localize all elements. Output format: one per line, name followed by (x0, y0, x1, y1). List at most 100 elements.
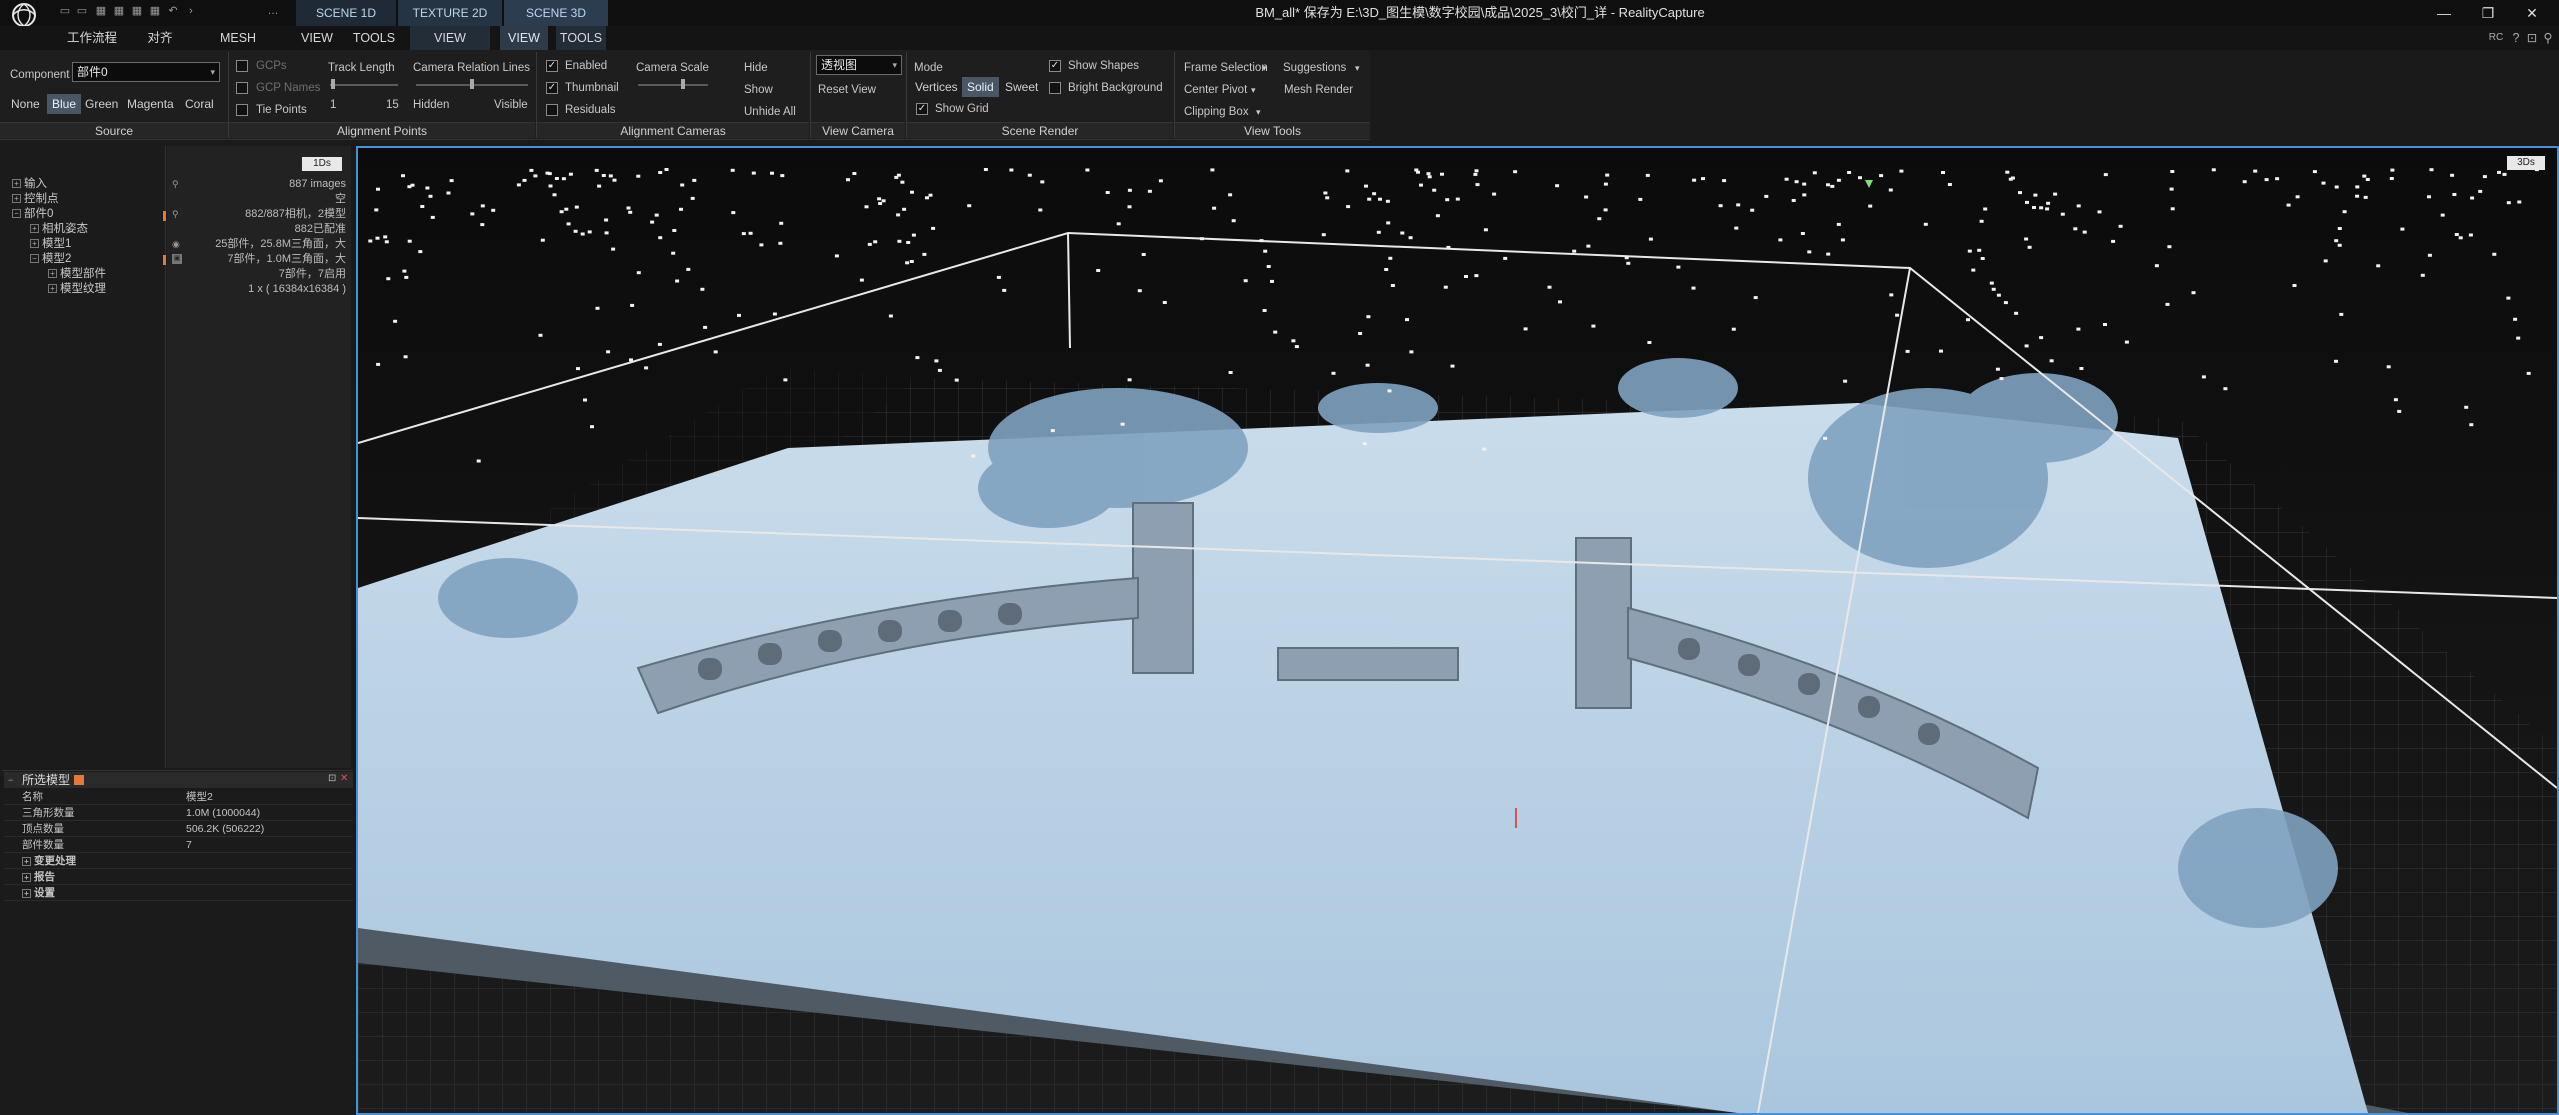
tab-texture-2d[interactable]: TEXTURE 2D (398, 0, 502, 26)
camera-marker[interactable] (2312, 170, 2317, 174)
undo-icon[interactable]: ↶ (166, 4, 180, 18)
camera-marker[interactable] (2292, 284, 2297, 287)
expand-icon[interactable]: + (12, 194, 21, 204)
camera-marker[interactable] (1692, 178, 1697, 182)
camera-marker[interactable] (2355, 185, 2360, 189)
tree-item-model2[interactable]: − 模型2 (30, 252, 71, 267)
camera-marker[interactable] (1366, 315, 1371, 319)
camera-marker[interactable] (873, 240, 878, 244)
camera-marker[interactable] (1127, 188, 1132, 192)
camera-marker[interactable] (780, 174, 785, 178)
chevron-down-icon[interactable]: ▾ (1262, 61, 1267, 75)
camera-marker[interactable] (737, 313, 741, 317)
camera-marker[interactable] (2321, 181, 2326, 185)
quick-access-icon[interactable]: ▦ (130, 4, 144, 18)
camera-marker[interactable] (393, 319, 398, 323)
camera-marker[interactable] (418, 250, 423, 254)
camera-marker[interactable] (1027, 173, 1032, 177)
camera-marker[interactable] (628, 210, 633, 214)
camera-marker[interactable] (2334, 239, 2339, 243)
camera-marker[interactable] (1450, 364, 1455, 368)
camera-marker[interactable] (1572, 249, 1577, 253)
camera-marker[interactable] (1040, 180, 1045, 184)
camera-marker[interactable] (2386, 365, 2391, 369)
camera-marker[interactable] (2033, 193, 2038, 197)
camera-marker[interactable] (1691, 286, 1696, 290)
camera-marker[interactable] (1367, 197, 1372, 201)
camera-marker[interactable] (834, 254, 839, 258)
camera-marker[interactable] (1736, 203, 1741, 207)
camera-marker[interactable] (1802, 193, 1807, 197)
camera-marker[interactable] (2363, 195, 2368, 199)
camera-marker[interactable] (2454, 233, 2459, 236)
camera-marker[interactable] (1807, 250, 1812, 254)
camera-marker[interactable] (909, 260, 914, 263)
camera-marker[interactable] (1991, 287, 1996, 291)
camera-marker[interactable] (1378, 197, 1382, 201)
camera-marker[interactable] (2440, 213, 2445, 217)
camera-marker[interactable] (2286, 203, 2291, 207)
camera-marker[interactable] (630, 303, 635, 307)
camera-marker[interactable] (402, 269, 407, 273)
camera-marker[interactable] (2032, 206, 2036, 209)
camera-marker[interactable] (2076, 204, 2081, 208)
camera-marker[interactable] (2039, 336, 2044, 340)
camera-marker[interactable] (1158, 179, 1163, 183)
camera-marker[interactable] (1400, 231, 1405, 235)
camera-marker[interactable] (644, 366, 649, 370)
camera-marker[interactable] (1558, 300, 1562, 304)
camera-marker[interactable] (1141, 253, 1146, 256)
camera-marker[interactable] (2165, 302, 2170, 306)
menu-tools[interactable]: TOOLS (350, 26, 398, 50)
expand-icon[interactable]: + (48, 284, 57, 294)
camera-marker[interactable] (1231, 219, 1236, 223)
camera-marker[interactable] (1830, 184, 1835, 188)
camera-marker[interactable] (1419, 183, 1423, 187)
camera-marker[interactable] (1105, 191, 1110, 194)
camera-marker[interactable] (2450, 173, 2455, 177)
camera-marker[interactable] (1050, 429, 1055, 433)
camera-marker[interactable] (881, 199, 886, 203)
camera-marker[interactable] (2323, 259, 2328, 263)
menu-view-2d[interactable]: VIEW (410, 26, 490, 50)
camera-marker[interactable] (748, 231, 753, 235)
camera-marker[interactable] (779, 221, 784, 225)
camera-marker[interactable] (1513, 170, 1518, 174)
camera-marker[interactable] (1947, 183, 1952, 186)
camera-marker[interactable] (375, 236, 380, 240)
property-section[interactable]: + 报告 (4, 869, 353, 885)
camera-marker[interactable] (1941, 171, 1945, 174)
camera-marker[interactable] (410, 183, 415, 187)
camera-marker[interactable] (559, 210, 564, 214)
camera-marker[interactable] (1967, 249, 1972, 253)
menu-view-3d[interactable]: VIEW (500, 26, 548, 50)
chevron-down-icon[interactable]: ▾ (1251, 83, 1256, 97)
camera-marker[interactable] (368, 239, 373, 243)
camera-marker[interactable] (2513, 317, 2518, 321)
restore-button[interactable]: ❐ (2466, 0, 2510, 26)
camera-marker[interactable] (1676, 265, 1681, 269)
eye-icon[interactable]: ◉ (172, 239, 180, 250)
camera-marker[interactable] (1843, 379, 1848, 383)
camera-marker[interactable] (2355, 194, 2360, 198)
expand-icon[interactable]: + (12, 179, 21, 189)
minimize-button[interactable]: — (2422, 0, 2466, 26)
tree-item-control-points[interactable]: + 控制点 (12, 192, 59, 207)
camera-marker[interactable] (376, 187, 380, 191)
camera-marker[interactable] (1996, 293, 2001, 297)
camera-marker[interactable] (1331, 371, 1336, 375)
quick-access-icon[interactable]: ▭ (58, 4, 72, 18)
property-section[interactable]: + 变更处理 (4, 853, 353, 869)
camera-marker[interactable] (770, 171, 774, 175)
search-icon[interactable]: ⚲ (2540, 26, 2556, 50)
collapse-icon[interactable]: − (8, 772, 13, 788)
camera-marker[interactable] (1638, 197, 1643, 201)
camera-marker[interactable] (1440, 172, 1444, 176)
camera-marker[interactable] (1376, 230, 1381, 234)
camera-marker[interactable] (404, 275, 409, 279)
camera-marker[interactable] (2339, 312, 2344, 316)
camera-marker[interactable] (1455, 197, 1460, 201)
camera-marker[interactable] (2389, 177, 2394, 180)
camera-marker[interactable] (476, 459, 481, 463)
expand-icon[interactable]: + (22, 856, 31, 866)
